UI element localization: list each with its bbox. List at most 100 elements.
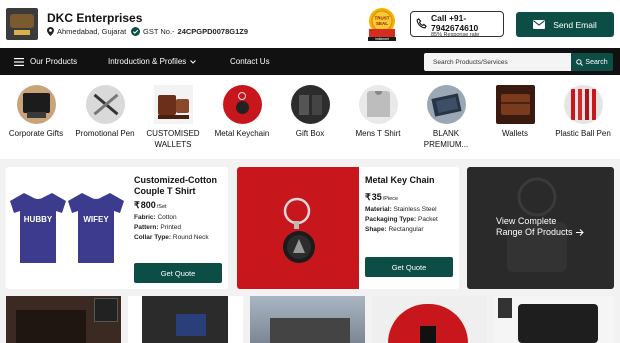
product-info: Metal Key Chain ₹35/Piece Material: Stai… [365, 175, 457, 233]
company-logo[interactable] [6, 8, 38, 40]
search-button[interactable]: Search [571, 53, 613, 71]
spec-row: Collar Type: Round Neck [134, 234, 226, 241]
product-card-keychain[interactable]: Metal Key Chain ₹35/Piece Material: Stai… [237, 167, 459, 289]
spec-value: Round Neck [172, 234, 209, 241]
svg-text:TRUST: TRUST [375, 16, 390, 21]
location-pin-icon [47, 27, 54, 36]
spec-key: Material: [365, 206, 392, 213]
category-image [153, 85, 193, 124]
spec-value: Rectangular [388, 226, 424, 233]
couple-tshirt-image: HUBBY WIFEY [10, 193, 124, 263]
spec-row: Fabric: Cotton [134, 214, 226, 221]
category-gift-box[interactable]: Gift Box [275, 85, 345, 140]
category-image [495, 85, 535, 124]
nav-contact-us[interactable]: Contact Us [230, 57, 270, 66]
search-icon [576, 58, 584, 66]
tshirt-print-left: HUBBY [24, 215, 53, 224]
nav-introduction-profiles[interactable]: Introduction & Profiles [108, 57, 197, 66]
company-name[interactable]: DKC Enterprises [47, 11, 142, 25]
location: Ahmedabad, Gujarat [47, 27, 126, 36]
spec-value: Packet [417, 216, 438, 223]
price-unit: /Set [156, 204, 167, 210]
rupee-icon: ₹ [365, 192, 371, 202]
product-image[interactable] [237, 167, 359, 289]
view-all-line1: View Complete [496, 216, 557, 226]
svg-text:SEAL: SEAL [376, 21, 388, 26]
gst-number: 24CPGPD0078G1Z9 [177, 27, 249, 36]
product-price: ₹800/Set [134, 200, 226, 211]
spec-row: Pattern: Printed [134, 224, 226, 231]
category-label: Wallets [502, 129, 528, 138]
send-email-button[interactable]: Send Email [516, 12, 614, 37]
product-thumbnail[interactable] [494, 296, 614, 343]
hamburger-menu-icon [14, 57, 24, 66]
nav-item-label: Our Products [30, 57, 78, 66]
response-rate: 85% Response rate [431, 32, 480, 38]
category-label: Plastic Ball Pen [555, 129, 611, 138]
gst-info: GST No.- 24CPGPD0078G1Z9 [131, 27, 248, 36]
category-image [358, 85, 398, 124]
category-label: Mens T Shirt [355, 129, 401, 138]
view-complete-range-link[interactable]: View Complete Range Of Products [467, 167, 614, 289]
tshirt-print-right: WIFEY [83, 215, 109, 224]
price-unit: /Piece [382, 196, 399, 202]
search-bar: Search [424, 53, 613, 71]
nav-item-label: Introduction & Profiles [108, 57, 187, 66]
product-title[interactable]: Customized-Cotton Couple T Shirt [134, 175, 226, 197]
category-image [85, 85, 125, 124]
product-price: ₹35/Piece [365, 192, 457, 203]
get-quote-button[interactable]: Get Quote [134, 263, 222, 283]
spec-value: Printed [160, 224, 181, 231]
product-thumbnail[interactable] [372, 296, 487, 343]
spec-row: Material: Stainless Steel [365, 206, 457, 213]
category-label: Gift Box [295, 129, 325, 138]
spec-row: Shape: Rectangular [365, 226, 457, 233]
category-strip: Corporate Gifts Promotional Pen CUSTOMIS… [0, 75, 620, 159]
send-email-label: Send Email [553, 19, 597, 30]
category-mens-t-shirt[interactable]: Mens T Shirt [343, 85, 413, 140]
verified-check-icon [131, 27, 140, 36]
category-metal-keychain[interactable]: Metal Keychain [207, 85, 277, 140]
category-blank-premium[interactable]: BLANK PREMIUM... [411, 85, 481, 150]
category-image [563, 85, 603, 124]
trust-seal-badge[interactable]: TRUST SEAL indiamart [365, 7, 399, 41]
search-button-label: Search [585, 58, 608, 66]
header: DKC Enterprises Ahmedabad, Gujarat GST N… [0, 0, 620, 48]
category-label: CUSTOMISED WALLETS [146, 129, 200, 149]
call-number: Call +91-7942674610 [431, 13, 479, 33]
category-corporate-gifts[interactable]: Corporate Gifts [1, 85, 71, 140]
spec-value: Stainless Steel [393, 206, 437, 213]
view-all-line2: Range Of Products [496, 227, 573, 237]
search-input[interactable] [424, 53, 571, 71]
arrow-right-icon [575, 229, 584, 236]
keychain-image [283, 197, 315, 263]
category-wallets[interactable]: Wallets [480, 85, 550, 140]
get-quote-button[interactable]: Get Quote [365, 257, 453, 277]
product-image[interactable]: HUBBY WIFEY [6, 167, 128, 289]
view-all-label: View Complete Range Of Products [496, 216, 584, 238]
category-image [290, 85, 330, 124]
nav-item-label: Contact Us [230, 57, 270, 66]
category-customised-wallets[interactable]: CUSTOMISED WALLETS [138, 85, 208, 150]
category-plastic-ball-pen[interactable]: Plastic Ball Pen [548, 85, 618, 140]
chevron-down-icon [190, 59, 197, 64]
spec-key: Pattern: [134, 224, 159, 231]
nav-our-products[interactable]: Our Products [14, 57, 77, 66]
product-thumbnail[interactable] [6, 296, 121, 343]
product-thumbnail[interactable] [128, 296, 243, 343]
product-title[interactable]: Metal Key Chain [365, 175, 457, 186]
category-promotional-pen[interactable]: Promotional Pen [70, 85, 140, 140]
spec-key: Packaging Type: [365, 216, 417, 223]
category-label: Promotional Pen [75, 129, 135, 138]
category-image [16, 85, 56, 124]
product-thumbnail[interactable] [250, 296, 365, 343]
phone-icon [416, 18, 427, 29]
price-value: 800 [140, 200, 156, 210]
spec-row: Packaging Type: Packet [365, 216, 457, 223]
product-info: Customized-Cotton Couple T Shirt ₹800/Se… [134, 175, 226, 241]
category-label: Metal Keychain [214, 129, 270, 138]
call-button[interactable]: Call +91-7942674610 85% Response rate [410, 11, 504, 38]
product-card-tshirt[interactable]: HUBBY WIFEY Customized-Cotton Couple T S… [6, 167, 228, 289]
spec-key: Fabric: [134, 214, 156, 221]
spec-key: Shape: [365, 226, 387, 233]
